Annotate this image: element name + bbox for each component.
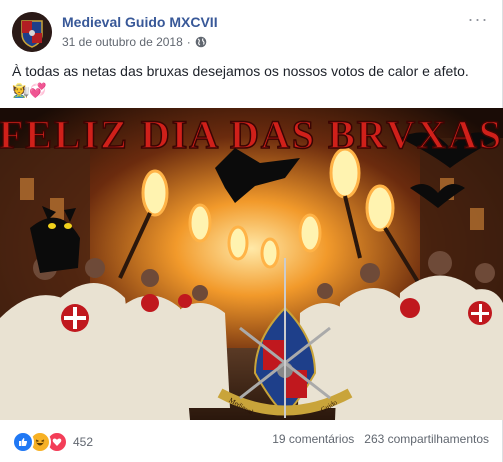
post-message: À todas as netas das bruxas desejamos os…	[12, 62, 492, 100]
comments-count-link[interactable]: 19 comentários	[272, 432, 354, 446]
post-meta: 31 de outubro de 2018 ·	[62, 35, 207, 49]
post-date[interactable]: 31 de outubro de 2018	[62, 35, 183, 49]
like-icon[interactable]	[12, 431, 34, 453]
meta-separator: ·	[186, 35, 191, 49]
post-stats: 19 comentários 263 compartilhamentos	[272, 432, 489, 446]
reactions-summary[interactable]: 452	[12, 431, 93, 453]
post-text: À todas as netas das bruxas desejamos os…	[12, 63, 469, 79]
more-options-button[interactable]: ···	[466, 10, 490, 32]
post-emojis: 🧑‍🌾💞	[12, 82, 47, 98]
post-card: Medieval Guido MXCVII 31 de outubro de 2…	[0, 0, 503, 462]
page-avatar[interactable]	[12, 12, 52, 52]
avatar-emblem-icon	[12, 12, 52, 52]
halloween-procession-image: FELIZ DIA DAS BRVXAS Medieval Guido	[0, 108, 503, 420]
post-header: Medieval Guido MXCVII 31 de outubro de 2…	[12, 10, 490, 54]
shares-count-link[interactable]: 263 compartilhamentos	[364, 432, 489, 446]
banner-text: FELIZ DIA DAS BRVXAS	[0, 112, 503, 157]
reaction-count[interactable]: 452	[73, 435, 93, 449]
page-name-link[interactable]: Medieval Guido MXCVII	[62, 14, 218, 30]
globe-icon[interactable]	[195, 36, 207, 48]
post-image[interactable]: FELIZ DIA DAS BRVXAS Medieval Guido	[0, 108, 503, 420]
